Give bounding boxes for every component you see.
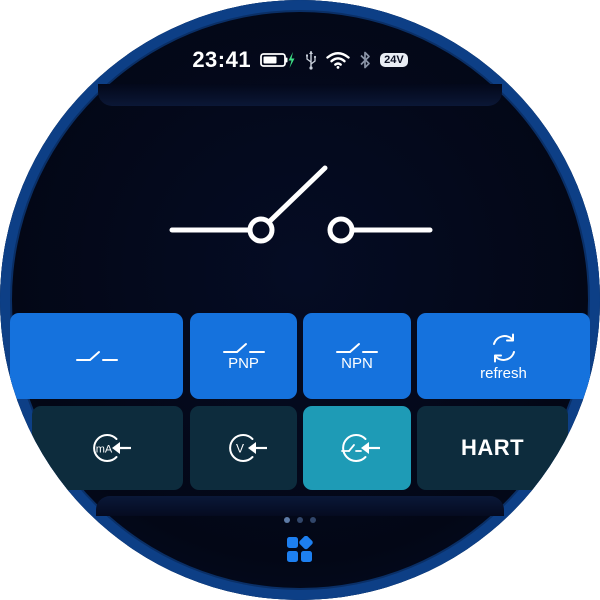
- refresh-label: refresh: [480, 364, 527, 382]
- switch-input-icon: [341, 434, 380, 462]
- ma-input-button[interactable]: mA: [32, 406, 183, 490]
- top-panel: [98, 84, 502, 106]
- svg-text:mA: mA: [95, 444, 112, 456]
- npn-button[interactable]: NPN: [303, 313, 411, 399]
- page-dot[interactable]: [310, 517, 316, 523]
- pnp-button[interactable]: PNP: [190, 313, 297, 399]
- svg-text:V: V: [235, 442, 243, 456]
- page-dot[interactable]: [297, 517, 303, 523]
- bluetooth-icon: [360, 51, 370, 69]
- switch-contact-icon: [336, 342, 378, 353]
- page-indicator: [0, 517, 600, 523]
- watch-screen: 23:41 24V PNP NPN refresh mA V HART: [0, 0, 600, 600]
- ma-input-icon: mA: [92, 434, 131, 462]
- status-bar: 23:41 24V: [0, 42, 600, 78]
- v-input-icon: V: [228, 434, 267, 462]
- wifi-icon: [326, 52, 350, 69]
- hart-button[interactable]: HART: [417, 406, 568, 490]
- v-input-button[interactable]: V: [190, 406, 297, 490]
- clock: 23:41: [192, 47, 252, 72]
- hart-label: HART: [460, 435, 525, 460]
- voltage-badge: 24V: [380, 53, 408, 67]
- battery-charging-icon: [260, 52, 295, 68]
- lightning-icon: [288, 52, 295, 68]
- refresh-icon: [492, 333, 515, 362]
- pnp-label: PNP: [228, 354, 259, 372]
- switch-contact-icon: [75, 351, 118, 361]
- refresh-button[interactable]: refresh: [417, 313, 590, 399]
- switch-input-button[interactable]: [303, 406, 411, 490]
- usb-icon: [306, 51, 317, 70]
- page-dot-active[interactable]: [284, 517, 290, 523]
- apps-grid-icon[interactable]: [286, 536, 314, 564]
- bottom-panel: [96, 496, 504, 516]
- npn-label: NPN: [341, 354, 373, 372]
- switch-contact-button[interactable]: [10, 313, 183, 399]
- switch-contact-icon: [222, 342, 265, 353]
- open-switch-icon: [169, 165, 433, 244]
